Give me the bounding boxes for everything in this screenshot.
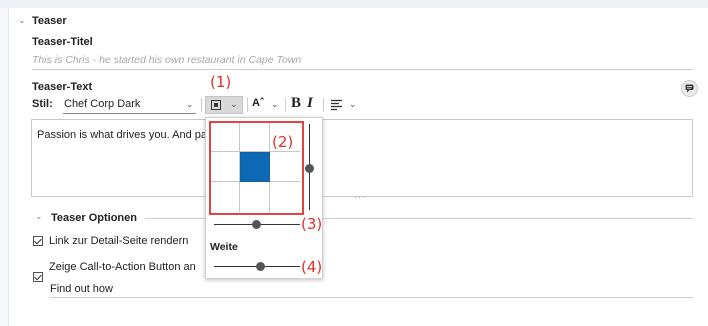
comment-button[interactable]	[681, 80, 698, 97]
style-select-chevron-icon[interactable]: ⌄	[186, 99, 194, 110]
italic-button[interactable]: I	[307, 95, 313, 112]
toolbar-separator	[247, 98, 248, 112]
teaser-text-content[interactable]: Passion is what drives you. And pas	[37, 129, 212, 141]
bold-button[interactable]: B	[291, 95, 301, 112]
teaser-title-label: Teaser-Titel	[32, 36, 93, 48]
teaser-title-input[interactable]: This is Chris - he started his own resta…	[32, 54, 301, 66]
annotation-3: (3)	[301, 215, 323, 233]
paragraph-align-icon[interactable]	[330, 99, 343, 111]
alignment-box-button[interactable]: ⌄	[205, 96, 243, 114]
vertical-slider-knob[interactable]	[305, 164, 314, 173]
detail-link-checkbox[interactable]	[33, 236, 43, 246]
collapse-options-chevron-icon[interactable]: ⌄	[35, 211, 43, 222]
horizontal-slider-knob[interactable]	[252, 220, 261, 229]
weite-slider-knob[interactable]	[256, 262, 265, 271]
editor-resize-handle[interactable]: ···	[354, 192, 366, 202]
cta-input-underline	[49, 297, 693, 298]
toolbar-separator	[201, 98, 202, 112]
alignment-box-chevron-icon: ⌄	[230, 99, 238, 109]
detail-link-label: Link zur Detail-Seite rendern	[49, 235, 189, 247]
annotation-1: (1)	[210, 73, 232, 91]
style-select-underline	[63, 113, 196, 114]
teaser-section-title: Teaser	[32, 15, 67, 27]
style-label: Stil:	[32, 98, 53, 110]
style-select[interactable]: Chef Corp Dark	[64, 98, 140, 110]
options-section-title: Teaser Optionen	[51, 212, 137, 224]
paragraph-align-chevron-icon[interactable]: ⌄	[349, 99, 357, 110]
comment-icon	[685, 84, 694, 93]
toolbar-separator	[323, 98, 324, 112]
font-size-chevron-icon[interactable]: ⌄	[271, 99, 279, 110]
collapse-teaser-chevron-icon[interactable]: ⌄	[18, 15, 26, 26]
annotation-2: (2)	[272, 133, 294, 151]
window-top-bar	[0, 0, 708, 8]
teaser-title-underline	[32, 69, 693, 70]
cta-label: Zeige Call-to-Action Button an	[49, 261, 196, 273]
toolbar-separator	[285, 98, 286, 112]
teaser-text-label: Teaser-Text	[32, 81, 93, 93]
align-box-icon	[211, 100, 221, 110]
font-size-button[interactable]: Aˆ	[252, 97, 264, 109]
cta-checkbox[interactable]	[33, 272, 43, 282]
annotation-4: (4)	[301, 258, 323, 276]
cta-text-input[interactable]: Find out how	[50, 283, 113, 295]
side-rail	[0, 8, 9, 326]
weite-label: Weite	[210, 241, 238, 253]
